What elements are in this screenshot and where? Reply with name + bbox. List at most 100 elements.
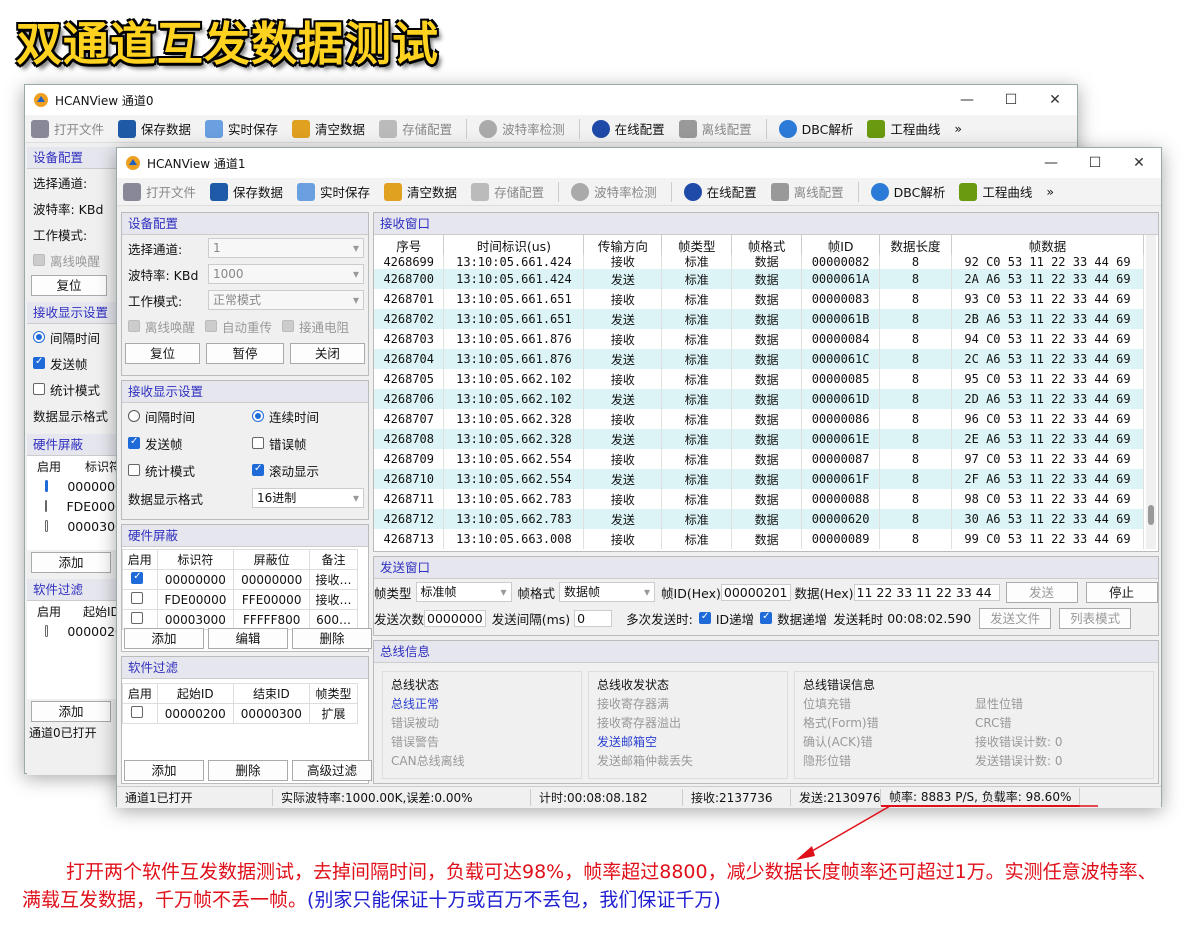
table-row[interactable]: FDE00000 FFE00000 接收… — [122, 589, 358, 610]
close-icon[interactable]: ✕ — [1117, 155, 1161, 171]
offline-config-button[interactable]: 离线配置 — [678, 119, 752, 138]
scrollbar[interactable] — [1146, 235, 1156, 549]
maximize-icon[interactable]: ☐ — [989, 92, 1033, 108]
dbc-parse-button[interactable]: DBC解析 — [778, 119, 853, 138]
table-row[interactable]: 4268701 13:10:05.661.651 接收 标准 数据 00000083 8 93… — [374, 289, 1145, 309]
table-row[interactable]: 4268700 13:10:05.661.424 发送 标准 数据 0000061A 8 2A… — [374, 269, 1145, 289]
hw-row[interactable]: FDE0000 — [27, 496, 123, 516]
send-button[interactable]: 发送 — [1005, 581, 1078, 603]
minimize-icon[interactable]: — — [945, 92, 989, 108]
online-config-button[interactable]: 在线配置 — [591, 119, 665, 138]
rx-cell: 8 — [879, 469, 952, 489]
store-config-button[interactable]: 存储配置 — [379, 119, 452, 138]
rx-col-header: 时间标识(us) — [443, 235, 585, 255]
close-button[interactable]: 关闭 — [289, 343, 366, 364]
table-row[interactable]: 4268699 13:10:05.661.424 接收 标准 数据 00000082 8 92… — [374, 255, 1145, 269]
table-row[interactable]: 4268710 13:10:05.662.554 发送 标准 数据 0000061F 8 2F… — [374, 469, 1145, 489]
close-icon[interactable]: ✕ — [1033, 92, 1077, 108]
sendframe-checkbox[interactable]: 发送帧 — [128, 434, 252, 453]
maximize-icon[interactable]: ☐ — [1073, 155, 1117, 171]
table-row[interactable]: 4268711 13:10:05.662.783 接收 标准 数据 00000088 8 98… — [374, 489, 1145, 509]
table-row[interactable]: 00000200 00000300 扩展 — [122, 703, 359, 724]
interval-radio[interactable]: 间隔时间 — [27, 324, 123, 350]
hw-add-button[interactable]: 添加 — [124, 628, 204, 649]
sw-add-button[interactable]: 添加 — [31, 701, 111, 722]
clear-data-button[interactable]: 清空数据 — [292, 119, 365, 138]
reset-button[interactable]: 复位 — [125, 343, 201, 364]
stat-checkbox[interactable]: 统计模式 — [27, 376, 123, 402]
save-data-button[interactable]: 保存数据 — [210, 182, 283, 201]
more-tools-button[interactable]: » — [1046, 184, 1054, 199]
realtime-save-button[interactable]: 实时保存 — [297, 182, 370, 201]
baud-detect-button[interactable]: 波特率检测 — [571, 182, 657, 201]
format-select[interactable]: 16进制 — [252, 488, 364, 508]
sw-add-button[interactable]: 添加 — [124, 760, 204, 781]
offline-config-button[interactable]: 离线配置 — [770, 182, 844, 201]
baud-select[interactable]: 1000 — [208, 264, 364, 284]
rx-cell: 00000086 — [801, 409, 881, 429]
table-row[interactable]: 4268703 13:10:05.661.876 接收 标准 数据 00000084 8 94… — [374, 329, 1145, 349]
send-file-button[interactable]: 发送文件 — [979, 607, 1052, 629]
termination-checkbox[interactable]: 接通电阻 — [282, 317, 349, 336]
table-row[interactable]: 4268706 13:10:05.662.102 发送 标准 数据 0000061D 8 2D… — [374, 389, 1145, 409]
continuous-radio[interactable]: 连续时间 — [252, 407, 319, 426]
realtime-save-button[interactable]: 实时保存 — [205, 119, 278, 138]
table-row[interactable]: 4268713 13:10:05.663.008 接收 标准 数据 00000089 8 99… — [374, 529, 1145, 549]
table-row[interactable]: 4268705 13:10:05.662.102 接收 标准 数据 00000085 8 95… — [374, 369, 1145, 389]
interval-radio[interactable]: 间隔时间 — [128, 407, 252, 426]
more-tools-button[interactable]: » — [954, 121, 962, 136]
auto-retx-checkbox[interactable]: 自动重传 — [205, 317, 272, 336]
advanced-filter-button[interactable]: 高级过滤 — [292, 760, 372, 781]
data-increment-checkbox[interactable]: 数据递增 — [760, 609, 827, 628]
sendframe-checkbox[interactable]: 发送帧 — [27, 350, 123, 376]
channel-select[interactable]: 1 — [208, 238, 364, 258]
table-row[interactable]: 4268702 13:10:05.661.651 发送 标准 数据 0000061B 8 2B… — [374, 309, 1145, 329]
hw-row[interactable]: 0000300 — [27, 516, 123, 536]
frame-id-input[interactable]: 00000201 — [720, 583, 791, 601]
baud-detect-button[interactable]: 波特率检测 — [479, 119, 565, 138]
table-row[interactable]: 4268709 13:10:05.662.554 接收 标准 数据 00000087 8 97… — [374, 449, 1145, 469]
table-row[interactable]: 4268712 13:10:05.662.783 发送 标准 数据 00000620 8 30… — [374, 509, 1145, 529]
open-file-button[interactable]: 打开文件 — [123, 182, 196, 201]
errframe-checkbox[interactable]: 错误帧 — [252, 434, 307, 453]
table-row[interactable]: 4268704 13:10:05.661.876 发送 标准 数据 0000061C 8 2C… — [374, 349, 1145, 369]
minimize-icon[interactable]: — — [1029, 155, 1073, 171]
hw-row[interactable]: 0000000 — [27, 476, 123, 496]
save-data-button[interactable]: 保存数据 — [118, 119, 191, 138]
rx-cell: 4268703 — [374, 329, 445, 349]
table-row[interactable]: 00003000 FFFFF800 600… — [122, 609, 358, 630]
frame-type-select[interactable]: 标准帧 — [415, 582, 512, 602]
id-increment-checkbox[interactable]: ID递增 — [698, 609, 754, 628]
sw-row[interactable]: 0000020 — [27, 621, 123, 641]
curve-button[interactable]: 工程曲线 — [867, 119, 940, 138]
online-config-button[interactable]: 在线配置 — [683, 182, 757, 201]
stat-checkbox[interactable]: 统计模式 — [128, 461, 252, 480]
scroll-checkbox[interactable]: 滚动显示 — [252, 461, 319, 480]
col-start: 起始ID — [83, 604, 120, 619]
table-row[interactable]: 4268708 13:10:05.662.328 发送 标准 数据 0000061E 8 2E… — [374, 429, 1145, 449]
hw-delete-button[interactable]: 删除 — [292, 628, 372, 649]
sw-delete-button[interactable]: 删除 — [208, 760, 288, 781]
rx-col-header: 传输方向 — [583, 235, 663, 255]
send-interval-input[interactable]: 0 — [574, 609, 613, 627]
hw-add-button[interactable]: 添加 — [31, 552, 111, 573]
open-file-button[interactable]: 打开文件 — [31, 119, 104, 138]
frame-format-select[interactable]: 数据帧 — [559, 582, 656, 602]
data-input[interactable]: 11 22 33 11 22 33 44 — [853, 583, 1000, 601]
table-row[interactable]: 4268707 13:10:05.662.328 接收 标准 数据 00000086 8 96… — [374, 409, 1145, 429]
mode-select[interactable]: 正常模式 — [208, 290, 364, 310]
hw-edit-button[interactable]: 编辑 — [208, 628, 288, 649]
reset-button[interactable]: 复位 — [31, 275, 107, 296]
pause-button[interactable]: 暂停 — [206, 343, 284, 364]
wake-checkbox[interactable]: 离线唤醒 — [128, 317, 195, 336]
wake-checkbox[interactable]: 离线唤醒 — [27, 247, 123, 273]
curve-button[interactable]: 工程曲线 — [959, 182, 1032, 201]
clear-data-button[interactable]: 清空数据 — [384, 182, 457, 201]
send-count-input[interactable]: 0000000 — [424, 609, 486, 627]
dbc-parse-button[interactable]: DBC解析 — [870, 182, 945, 201]
list-mode-button[interactable]: 列表模式 — [1059, 607, 1132, 629]
stop-button[interactable]: 停止 — [1085, 581, 1158, 603]
table-row[interactable]: 0000000000000000接收… — [122, 569, 358, 590]
store-config-button[interactable]: 存储配置 — [471, 182, 544, 201]
rx-cell: 0000061C — [801, 349, 881, 369]
